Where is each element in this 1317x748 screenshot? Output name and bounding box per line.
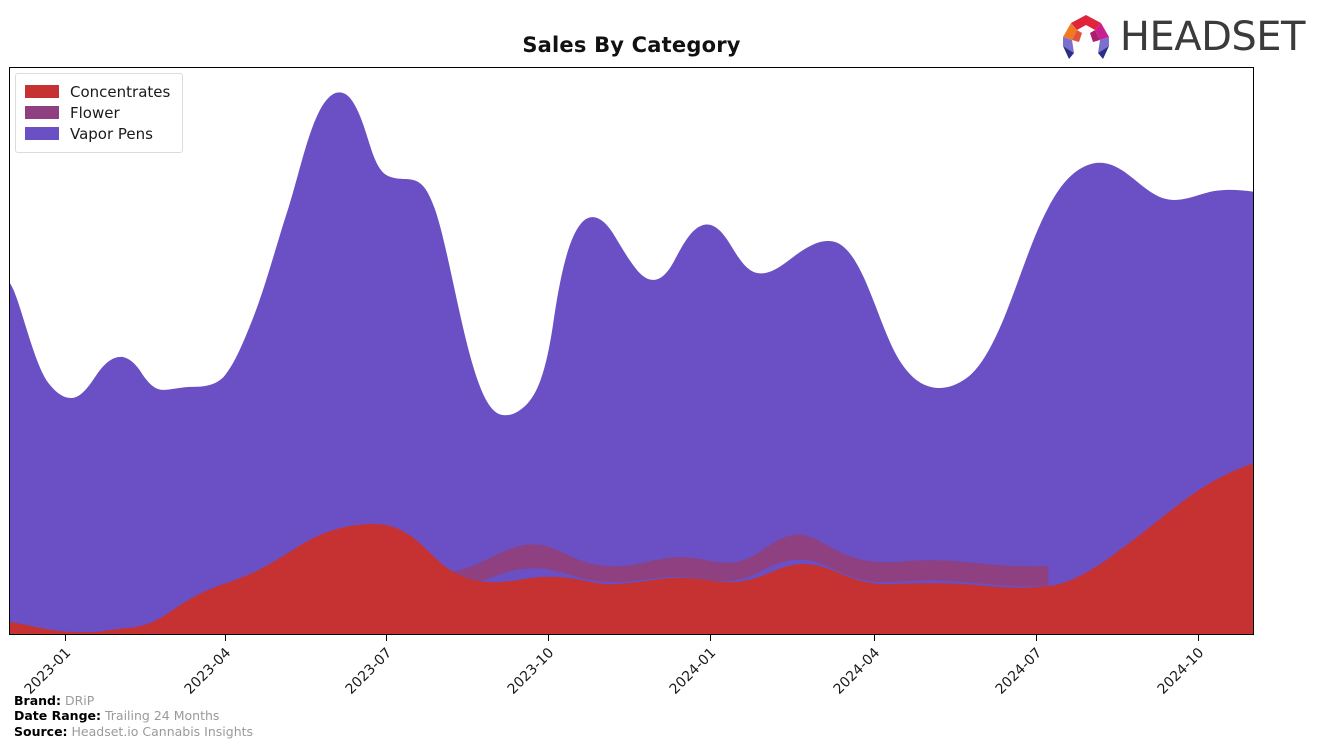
stacked-area-chart <box>10 92 1253 634</box>
footer-date-range: Date Range: Trailing 24 Months <box>14 708 253 724</box>
x-tick-label: 2023-10 <box>504 645 558 698</box>
footer-date-range-value: Trailing 24 Months <box>104 708 220 723</box>
footer-brand-value: DRiP <box>64 692 95 708</box>
x-tick-label: 2024-01 <box>666 645 720 698</box>
footer-brand: Brand: DRiP <box>14 693 253 709</box>
chart-page: Sales By Category HEADSET Concentrates F… <box>0 0 1317 748</box>
footer-brand-key: Brand: <box>14 692 61 708</box>
legend-swatch-flower <box>25 106 59 119</box>
x-tick-label: 2023-04 <box>181 645 235 698</box>
headset-logo: HEADSET <box>1060 12 1306 62</box>
headset-logo-text: HEADSET <box>1119 14 1306 60</box>
x-tick-mark <box>386 635 388 641</box>
legend-item-vapor-pens[interactable]: Vapor Pens <box>25 123 170 144</box>
legend-label-flower: Flower <box>70 103 120 122</box>
footer-date-range-key: Date Range: <box>14 708 101 723</box>
chart-legend: Concentrates Flower Vapor Pens <box>15 73 184 153</box>
x-tick-mark <box>710 635 712 641</box>
legend-label-vapor-pens: Vapor Pens <box>70 124 153 143</box>
x-tick-label: 2023-01 <box>21 645 75 698</box>
x-tick-mark <box>225 635 227 641</box>
x-tick-label: 2024-07 <box>992 645 1046 698</box>
footer-source-value: Headset.io Cannabis Insights <box>71 723 254 739</box>
x-tick-mark <box>548 635 550 641</box>
legend-item-concentrates[interactable]: Concentrates <box>25 81 170 102</box>
x-tick-mark <box>1198 635 1200 641</box>
legend-swatch-vapor-pens <box>25 127 59 140</box>
x-tick-label: 2023-07 <box>342 645 396 698</box>
legend-label-concentrates: Concentrates <box>70 82 171 101</box>
footer-source-key: Source: <box>14 723 68 739</box>
headset-logo-mark <box>1062 15 1109 59</box>
x-tick-label: 2024-10 <box>1154 645 1208 698</box>
plot-area <box>9 67 1254 635</box>
x-tick-label: 2024-04 <box>830 645 884 698</box>
area-vapor-pens <box>10 92 1253 634</box>
legend-item-flower[interactable]: Flower <box>25 102 170 123</box>
x-tick-mark <box>874 635 876 641</box>
legend-swatch-concentrates <box>25 85 59 98</box>
chart-footer: Brand: DRiP Date Range: Trailing 24 Mont… <box>14 693 253 740</box>
x-tick-mark <box>1036 635 1038 641</box>
footer-source: Source: Headset.io Cannabis Insights <box>14 724 253 740</box>
x-tick-mark <box>65 635 67 641</box>
